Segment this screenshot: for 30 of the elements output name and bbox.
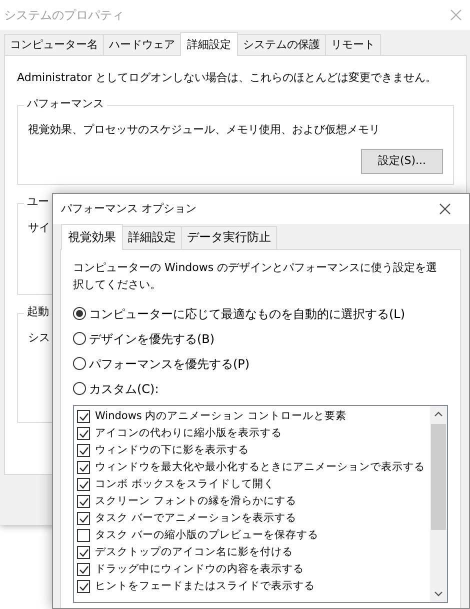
effect-label: Windows 内のアニメーション コントロールと要素: [95, 408, 347, 424]
effect-label: タスク バーでアニメーションを表示する: [95, 510, 296, 526]
settings-button[interactable]: 設定(S)...: [360, 149, 443, 174]
option-label[interactable]: パフォーマンスを優先する(P): [89, 354, 250, 372]
tab[interactable]: 詳細設定: [180, 32, 238, 56]
option-label[interactable]: デザインを優先する(B): [89, 330, 215, 348]
group-title: パフォーマンス: [24, 96, 107, 111]
effect-label: ウィンドウの下に影を表示する: [95, 442, 249, 458]
effect-label: ヒントをフェードまたはスライドで表示する: [95, 578, 315, 594]
tab[interactable]: コンピューター名: [4, 34, 104, 55]
effect-label: アイコンの代わりに縮小版を表示する: [95, 426, 282, 441]
window-title: システムのプロパティ: [4, 7, 124, 24]
option-label[interactable]: カスタム(C):: [89, 380, 159, 398]
effect-label: ウィンドウを最大化や最小化するときにアニメーションで表示する: [95, 460, 425, 475]
group-text: 視覚効果、プロセッサのスケジュール、メモリ使用、および仮想メモリ: [28, 122, 380, 136]
tab[interactable]: リモート: [325, 34, 381, 55]
option-label[interactable]: コンピューターに応じて最適なものを自動的に選択する(L): [89, 304, 406, 322]
group-text: サイ: [28, 220, 50, 234]
effect-label: タスク バーの縮小版のプレビューを保存する: [95, 528, 318, 543]
tab[interactable]: 視覚効果: [61, 224, 123, 250]
effect-label: デスクトップのアイコン名に影を付ける: [95, 544, 293, 560]
group-title: 起動: [24, 304, 52, 319]
effect-label: ドラッグ中にウィンドウの内容を表示する: [95, 562, 304, 577]
effect-label: コンボ ボックスをスライドして開く: [95, 476, 274, 492]
dialog-title: パフォーマンス オプション: [61, 200, 196, 217]
description-text: コンピューターの Windows のデザインとパフォーマンスに使う設定を選択してください。: [73, 260, 438, 292]
tab[interactable]: データ実行防止: [181, 226, 277, 249]
notice-text: Administrator としてログオンしない場合は、これらのほとんどは変更できません。: [17, 70, 438, 86]
group-text: シス: [28, 330, 50, 344]
effect-label: スクリーン フォントの縁を滑らかにする: [95, 494, 296, 509]
